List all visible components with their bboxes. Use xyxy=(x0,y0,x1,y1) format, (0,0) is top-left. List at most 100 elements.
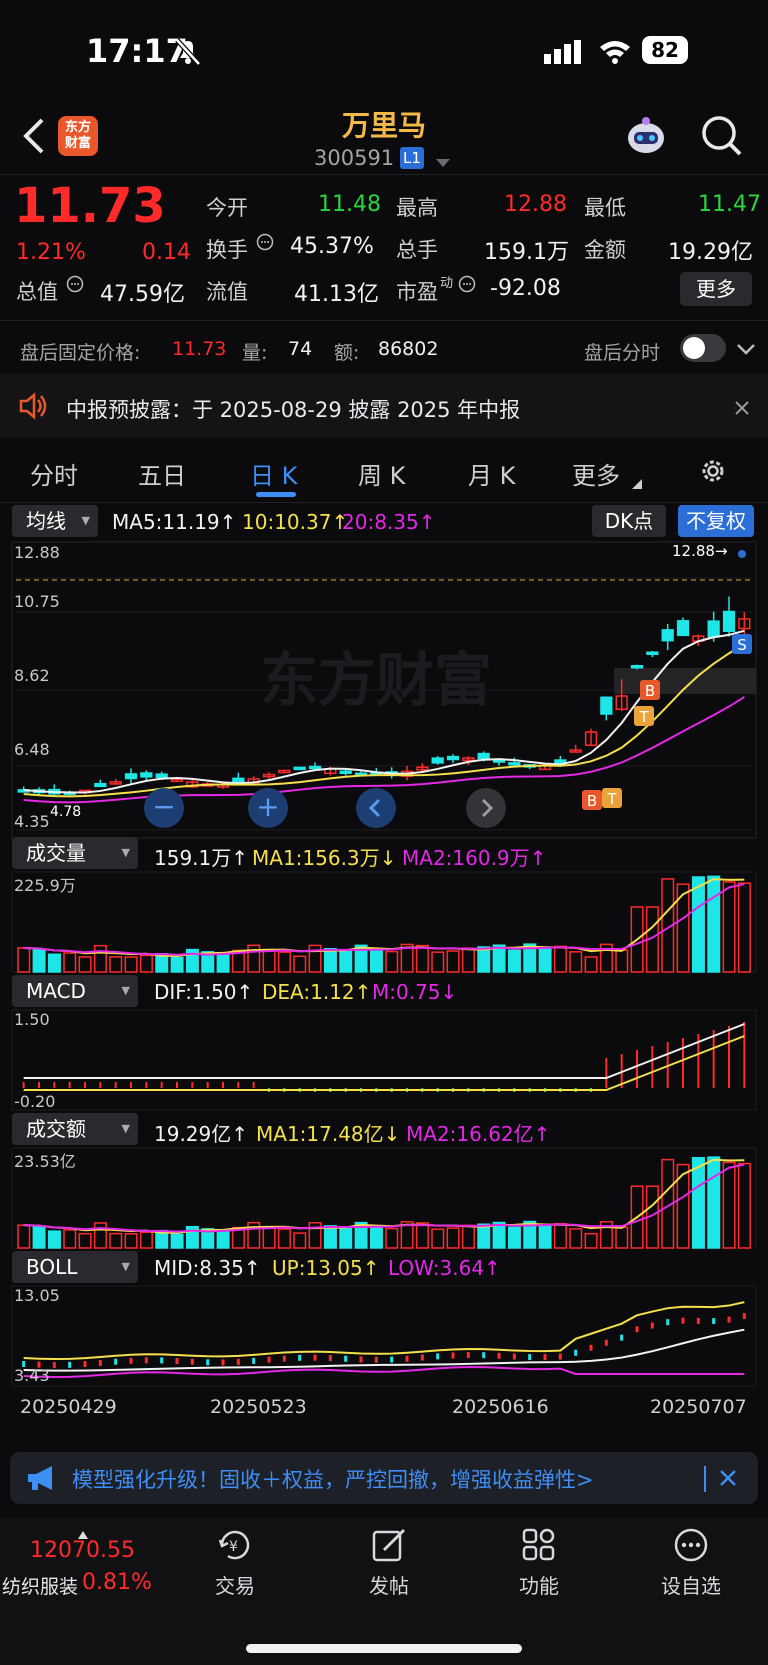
amount-bar xyxy=(737,1162,751,1249)
robot-assistant-icon[interactable] xyxy=(624,114,668,162)
more-dots-icon[interactable] xyxy=(674,1528,708,1566)
amount-label: 金额 xyxy=(584,238,626,262)
candle-body xyxy=(676,620,690,637)
banner-divider xyxy=(704,1466,706,1492)
high-point-dot xyxy=(738,550,746,558)
y-label-top: 12.88 xyxy=(14,543,60,562)
candle-body xyxy=(308,765,322,770)
signal-marker-label: T xyxy=(638,708,649,726)
chevron-down-icon[interactable] xyxy=(436,154,450,173)
notice-text: 中报预披露：于 2025-08-29 披露 2025 年中报 xyxy=(66,398,521,422)
amount-bar xyxy=(707,1156,721,1249)
tab-daily-k[interactable]: 日 K xyxy=(250,456,297,491)
chevron-down-icon[interactable] xyxy=(736,342,756,361)
zoom-out-button[interactable]: − xyxy=(144,788,184,828)
open-value: 11.48 xyxy=(318,192,381,217)
amount-bar xyxy=(461,1224,475,1249)
amount-bar xyxy=(63,1229,77,1249)
nav-post[interactable]: 发帖 xyxy=(344,1570,434,1599)
volume-bar xyxy=(385,950,399,973)
apps-grid-icon[interactable] xyxy=(522,1528,556,1566)
indicator-selector-amount[interactable]: 成交额 ▼ xyxy=(12,1113,138,1145)
volume-bar xyxy=(461,947,475,973)
candle-body xyxy=(232,777,245,784)
nav-customize[interactable]: 设自选 xyxy=(646,1570,736,1599)
signal-marker-label: B xyxy=(587,792,597,810)
after-hours-price-label: 盘后固定价格: xyxy=(20,342,141,364)
corner-triangle-icon xyxy=(632,474,642,493)
indicator-selector-macd[interactable]: MACD ▼ xyxy=(12,975,138,1007)
status-time: 17:17 xyxy=(86,32,188,70)
after-hours-toggle[interactable] xyxy=(680,334,726,362)
date-label-3: 20250616 xyxy=(452,1396,549,1418)
amount-bar xyxy=(78,1232,92,1249)
tabs-divider xyxy=(0,502,768,503)
date-label-1: 20250429 xyxy=(20,1396,117,1418)
volume-top-label: 225.9万 xyxy=(14,876,76,895)
indicator-selector-volume[interactable]: 成交量 ▼ xyxy=(12,837,138,869)
amount-bar xyxy=(369,1224,383,1249)
volume-value: 159.1万 xyxy=(484,240,569,265)
after-hours-amt-label: 额: xyxy=(334,342,360,364)
amount-bar xyxy=(323,1225,337,1249)
volume-bar xyxy=(722,881,736,973)
tab-five-day[interactable]: 五日 xyxy=(138,456,186,491)
scroll-left-button[interactable] xyxy=(356,788,396,828)
index-name[interactable]: 纺织服装 xyxy=(2,1572,78,1599)
volume-bar xyxy=(507,949,521,973)
tab-active-indicator xyxy=(256,492,296,497)
stock-code: 300591 xyxy=(314,146,395,170)
scroll-right-button[interactable] xyxy=(466,788,506,828)
search-icon[interactable] xyxy=(700,114,744,162)
amount-chart xyxy=(11,1147,757,1249)
gear-icon[interactable] xyxy=(698,456,728,490)
after-hours-timeshare-label: 盘后分时 xyxy=(584,342,661,364)
volume-bar xyxy=(369,947,383,973)
high-marker: 12.88→ xyxy=(672,542,728,560)
battery-level: 82 xyxy=(651,38,679,62)
close-icon[interactable] xyxy=(718,1468,738,1492)
resistance-band xyxy=(614,668,756,694)
candle-body xyxy=(508,762,521,766)
info-icon[interactable] xyxy=(256,233,274,255)
indicator-selector-ma[interactable]: 均线 ▼ xyxy=(12,505,98,537)
more-button[interactable]: 更多 xyxy=(680,272,752,306)
nav-trade[interactable]: 交易 xyxy=(190,1570,280,1599)
change-percent: 1.21% xyxy=(16,240,86,265)
dk-point-button[interactable]: DK点 xyxy=(592,505,666,537)
macd-chart xyxy=(11,1009,757,1111)
wifi-icon xyxy=(598,38,632,68)
cellular-signal-icon xyxy=(544,40,584,68)
indicator-selector-boll[interactable]: BOLL ▼ xyxy=(12,1251,138,1283)
close-icon[interactable] xyxy=(734,400,750,420)
pe-value: -92.08 xyxy=(490,276,561,301)
index-value[interactable]: 12070.55 xyxy=(30,1538,135,1563)
zoom-in-button[interactable]: + xyxy=(248,788,288,828)
volume-bar xyxy=(446,950,460,973)
amount-bar xyxy=(584,1232,598,1249)
info-icon[interactable] xyxy=(66,275,84,297)
amount-bar xyxy=(553,1222,567,1249)
tab-more[interactable]: 更多 xyxy=(572,456,620,491)
high-value: 12.88 xyxy=(504,192,567,217)
trade-icon[interactable]: ¥ xyxy=(218,1528,254,1566)
candle-body xyxy=(600,696,613,715)
volume-bar xyxy=(78,956,92,973)
volume-ma2: MA2:160.9万↑ xyxy=(402,846,547,870)
compose-icon[interactable] xyxy=(372,1528,408,1566)
amount-bar xyxy=(139,1231,153,1249)
unadjusted-button[interactable]: 不复权 xyxy=(678,505,754,537)
volume-bar xyxy=(216,951,230,973)
amount-bar xyxy=(615,1226,629,1249)
tab-weekly-k[interactable]: 周 K xyxy=(358,456,405,491)
info-icon[interactable] xyxy=(458,275,476,297)
tab-monthly-k[interactable]: 月 K xyxy=(468,456,515,491)
date-label-4: 20250707 xyxy=(650,1396,747,1418)
nav-functions[interactable]: 功能 xyxy=(494,1570,584,1599)
volume-bar xyxy=(538,948,552,973)
last-price: 11.73 xyxy=(14,178,166,234)
tab-timeshare[interactable]: 分时 xyxy=(30,456,78,491)
bell-muted-icon xyxy=(174,36,202,70)
header-divider xyxy=(0,174,768,175)
candle-body xyxy=(293,766,306,771)
